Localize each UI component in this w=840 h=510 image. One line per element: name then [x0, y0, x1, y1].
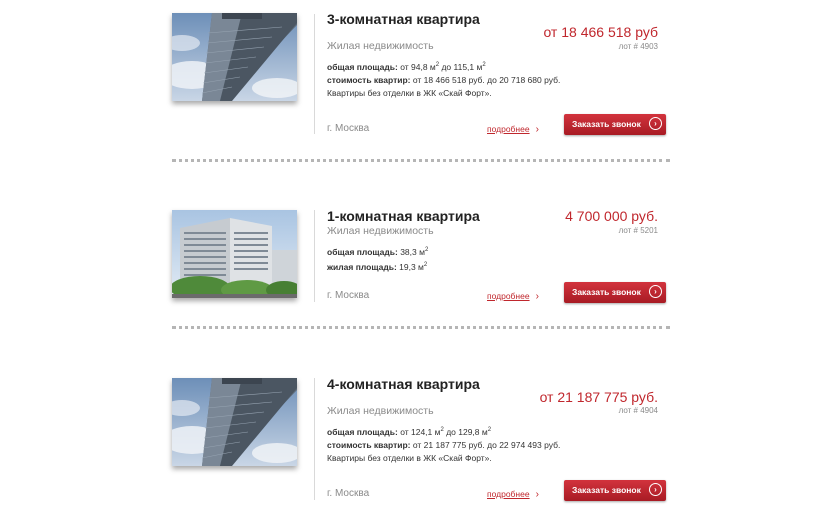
more-link-label[interactable]: подробнее [487, 291, 530, 301]
vertical-divider [314, 14, 315, 134]
spec-value: от 124,1 м [397, 427, 441, 437]
listing-city: г. Москва [327, 123, 370, 134]
request-call-label: Заказать звонок [572, 485, 641, 495]
listing-title[interactable]: 1-комнатная квартира [327, 208, 480, 224]
spec-value-to: до 115,1 м [439, 62, 483, 72]
more-link-label[interactable]: подробнее [487, 124, 530, 134]
unit-superscript: 2 [423, 262, 428, 269]
spec-label: общая площадь: [327, 247, 398, 257]
unit-superscript: 2 [424, 247, 429, 254]
spec-value: 38,3 м [397, 247, 425, 257]
listing-card: 1-комнатная квартира Жилая недвижимость … [0, 165, 840, 330]
lot-number: лот # 5201 [618, 226, 658, 235]
spec-total-area: общая площадь: от 124,1 м2 до 129,8 м2 [327, 427, 491, 438]
listing-card: 3-комнатная квартира Жилая недвижимость … [0, 0, 840, 165]
vertical-divider [314, 210, 315, 302]
spec-value-to: до 129,8 м [443, 427, 488, 437]
more-link[interactable]: подробнее › [487, 291, 539, 302]
listing-card: 4-комнатная квартира Жилая недвижимость … [0, 330, 840, 510]
spec-total-area: общая площадь: 38,3 м2 [327, 247, 428, 258]
spec-value: от 18 466 518 руб. до 20 718 680 руб. [410, 75, 561, 85]
skyscraper-photo[interactable] [172, 13, 297, 101]
spec-price-range: стоимость квартир: от 21 187 775 руб. до… [327, 440, 560, 451]
spec-value: 19,3 м [396, 262, 424, 272]
chevron-right-icon: › [535, 291, 539, 302]
listing-title[interactable]: 3-комнатная квартира [327, 11, 480, 27]
chevron-right-icon: › [535, 489, 539, 500]
listing-category: Жилая недвижимость [327, 225, 434, 237]
listing-category: Жилая недвижимость [327, 40, 434, 52]
spec-living-area: жилая площадь: 19,3 м2 [327, 262, 427, 273]
skyscraper-photo[interactable] [172, 378, 297, 466]
request-call-button[interactable]: Заказать звонок › [564, 282, 666, 303]
request-call-button[interactable]: Заказать звонок › [564, 114, 666, 135]
spec-note: Квартиры без отделки в ЖК «Скай Форт». [327, 88, 492, 98]
listing-price: от 18 466 518 руб [543, 24, 658, 40]
spec-label: общая площадь: [327, 427, 398, 437]
spec-value: от 21 187 775 руб. до 22 974 493 руб. [410, 440, 561, 450]
request-call-label: Заказать звонок [572, 287, 641, 297]
chevron-right-icon: › [535, 124, 539, 135]
spec-label: стоимость квартир: [327, 440, 411, 450]
spec-note: Квартиры без отделки в ЖК «Скай Форт». [327, 453, 492, 463]
spec-label: стоимость квартир: [327, 75, 411, 85]
spec-total-area: общая площадь: от 94,8 м2 до 115,1 м2 [327, 62, 486, 73]
listing-title[interactable]: 4-комнатная квартира [327, 376, 480, 392]
unit-superscript: 2 [487, 427, 492, 434]
more-link-label[interactable]: подробнее [487, 489, 530, 499]
lot-number: лот # 4904 [618, 406, 658, 415]
arrow-circle-icon: › [649, 285, 662, 298]
vertical-divider [314, 378, 315, 500]
request-call-label: Заказать звонок [572, 119, 641, 129]
listing-city: г. Москва [327, 488, 370, 499]
more-link[interactable]: подробнее › [487, 124, 539, 135]
spec-label: общая площадь: [327, 62, 398, 72]
spec-label: жилая площадь: [327, 262, 397, 272]
arrow-circle-icon: › [649, 483, 662, 496]
spec-value: от 94,8 м [397, 62, 436, 72]
request-call-button[interactable]: Заказать звонок › [564, 480, 666, 501]
listing-separator [172, 326, 670, 329]
listing-price: 4 700 000 руб. [565, 208, 658, 224]
unit-superscript: 2 [482, 62, 486, 69]
apartment-block-photo[interactable] [172, 210, 297, 298]
more-link[interactable]: подробнее › [487, 489, 539, 500]
listing-separator [172, 159, 670, 162]
arrow-circle-icon: › [649, 117, 662, 130]
listing-category: Жилая недвижимость [327, 405, 434, 417]
spec-price-range: стоимость квартир: от 18 466 518 руб. до… [327, 75, 560, 86]
lot-number: лот # 4903 [618, 42, 658, 51]
listing-city: г. Москва [327, 290, 370, 301]
listing-price: от 21 187 775 руб. [539, 389, 658, 405]
